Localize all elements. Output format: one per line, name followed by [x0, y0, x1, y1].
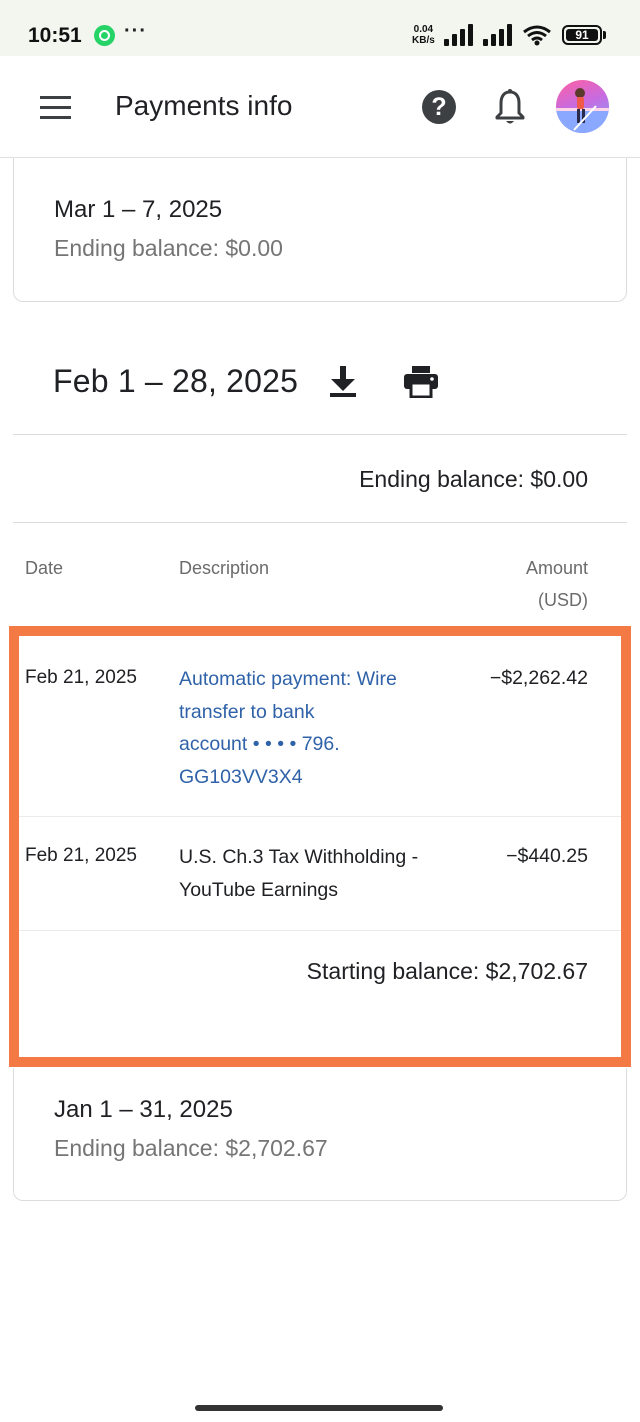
- signal-icon: [444, 24, 474, 46]
- help-icon[interactable]: ?: [422, 90, 456, 124]
- statement-ending-balance: Ending balance: $0.00: [359, 466, 588, 492]
- description-line: U.S. Ch.3 Tax Withholding -: [179, 846, 419, 868]
- page-title: Payments info: [115, 90, 293, 121]
- status-time: 10:51: [28, 24, 82, 47]
- column-header-amount: Amount (USD): [526, 552, 588, 616]
- signal-icon: [483, 24, 513, 46]
- starting-balance: Starting balance: $2,702.67: [306, 958, 588, 984]
- divider: [13, 434, 627, 435]
- description-line: YouTube Earnings: [179, 878, 339, 901]
- statement-period: Jan 1 – 31, 2025: [54, 1096, 233, 1123]
- avatar[interactable]: [556, 80, 609, 133]
- app-bar: Payments info ?: [0, 56, 640, 158]
- amount-header-unit: (USD): [538, 590, 588, 610]
- statement-ending-balance: Ending balance: $2,702.67: [54, 1135, 328, 1161]
- print-icon[interactable]: [403, 364, 439, 398]
- amount-header-label: Amount: [525, 558, 588, 578]
- more-notifications-icon: ···: [124, 20, 147, 42]
- transaction-description-link[interactable]: Automatic payment: Wire transfer to bank…: [179, 663, 459, 793]
- bell-icon[interactable]: [494, 88, 526, 126]
- transaction-description: U.S. Ch.3 Tax Withholding - YouTube Earn…: [179, 841, 459, 906]
- description-line: Automatic payment: Wire: [179, 668, 397, 690]
- column-header-description: Description: [179, 558, 270, 578]
- statement-ending-balance: Ending balance: $0.00: [54, 235, 283, 261]
- statement-card-march[interactable]: Mar 1 – 7, 2025 Ending balance: $0.00: [13, 158, 627, 302]
- row-divider: [19, 930, 621, 931]
- download-icon[interactable]: [328, 364, 358, 398]
- statement-period-title: Feb 1 – 28, 2025: [53, 363, 299, 399]
- statement-period: Mar 1 – 7, 2025: [54, 196, 223, 223]
- row-divider: [19, 816, 621, 817]
- transaction-date: Feb 21, 2025: [25, 845, 137, 866]
- whatsapp-icon: [94, 25, 115, 46]
- description-line: transfer to bank: [179, 700, 315, 723]
- status-bar: 10:51 ··· 0.04 KB/s 91: [0, 0, 640, 56]
- description-line: GG103VV3X4: [179, 765, 303, 788]
- wifi-icon: [523, 25, 551, 46]
- column-header-date: Date: [25, 558, 64, 578]
- description-line: account • • • • 796.: [179, 733, 340, 755]
- battery-tip: [603, 31, 606, 39]
- home-indicator[interactable]: [195, 1405, 443, 1411]
- avatar-image: [556, 88, 609, 133]
- menu-icon[interactable]: [40, 96, 72, 120]
- divider: [13, 522, 627, 523]
- battery-icon: 91: [562, 25, 602, 45]
- statement-card-january[interactable]: Jan 1 – 31, 2025 Ending balance: $2,702.…: [13, 1068, 627, 1201]
- transaction-date: Feb 21, 2025: [25, 667, 137, 688]
- battery-level: 91: [566, 29, 598, 42]
- network-speed-unit: KB/s: [412, 35, 435, 46]
- network-speed: 0.04 KB/s: [412, 24, 435, 46]
- transaction-amount: −$2,262.42: [489, 667, 588, 689]
- network-speed-value: 0.04: [413, 24, 434, 35]
- transaction-amount: −$440.25: [506, 845, 588, 867]
